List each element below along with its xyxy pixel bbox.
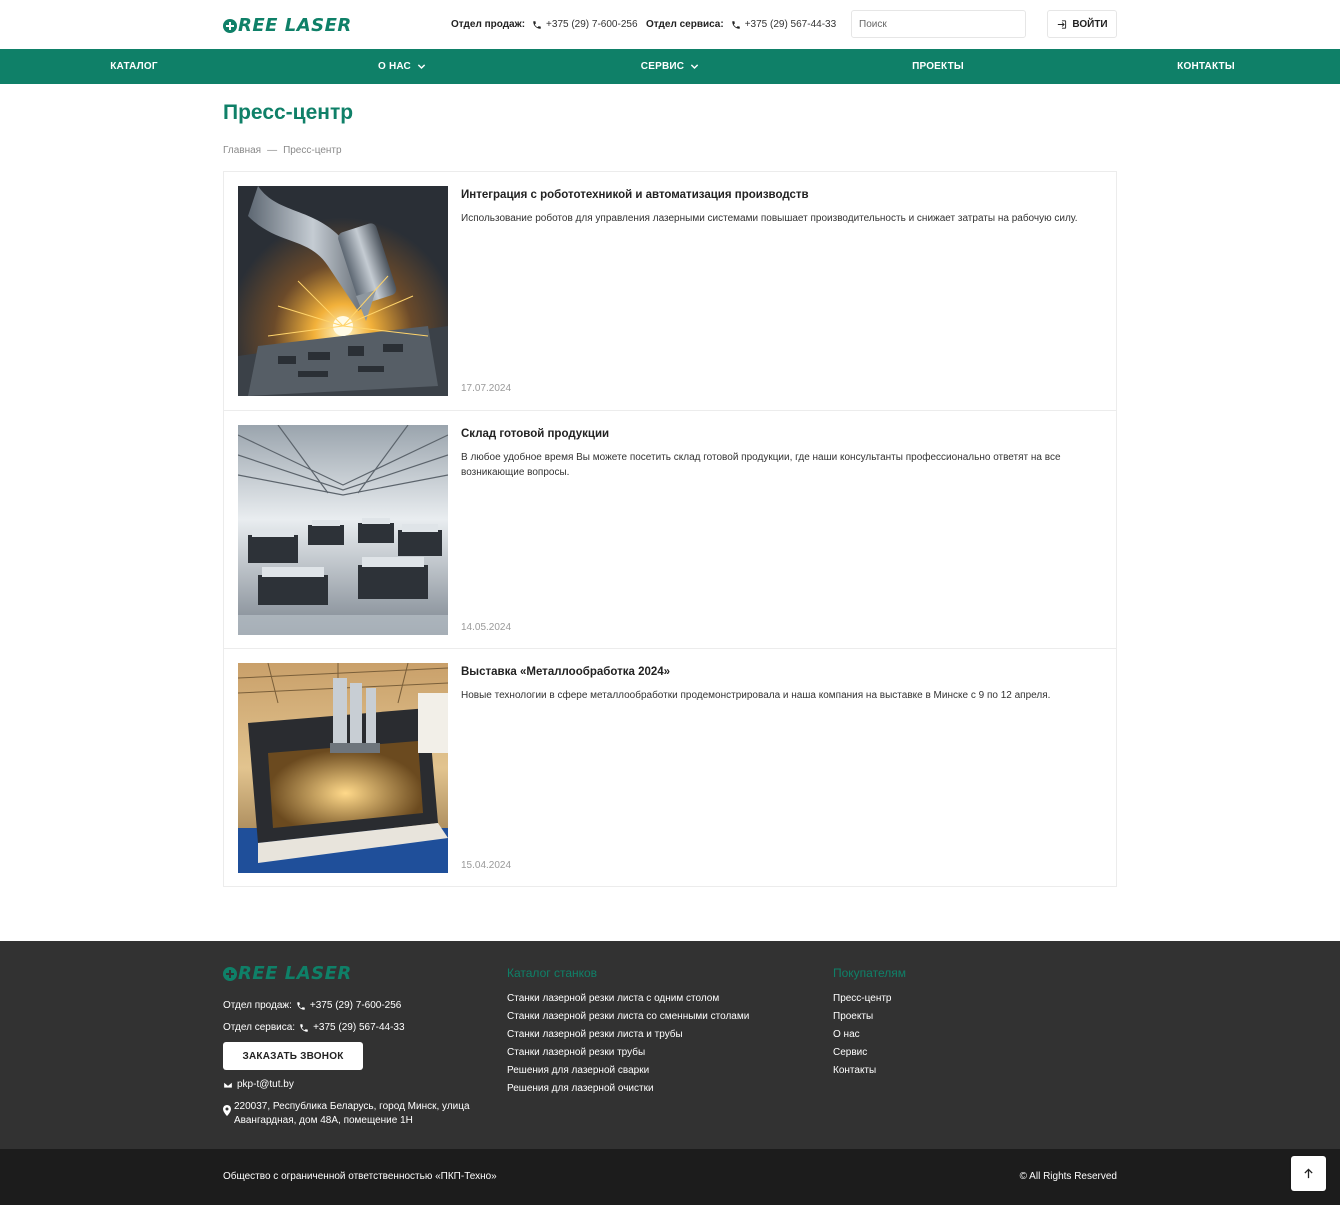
footer-buyers-column: Покупателям Пресс-центр Проекты О нас Се… [833, 966, 906, 1080]
login-icon [1058, 19, 1067, 29]
nav-label: ПРОЕКТЫ [912, 61, 964, 72]
nav-label: КОНТАКТЫ [1177, 61, 1235, 72]
logo[interactable]: REE LASER [223, 15, 352, 36]
nav-item-service[interactable]: СЕРВИС [536, 49, 804, 84]
news-item[interactable]: Выставка «Металлообработка 2024» Новые т… [224, 648, 1116, 886]
bottom-bar: Общество с ограниченной ответственностью… [0, 1149, 1340, 1205]
footer-sales-phone[interactable]: +375 (29) 7-600-256 [310, 1000, 401, 1011]
footer-buyers-link[interactable]: Контакты [833, 1062, 906, 1080]
logo-text: REE LASER [238, 15, 352, 36]
news-item[interactable]: Интеграция с робототехникой и автоматиза… [224, 172, 1116, 410]
news-title[interactable]: Интеграция с робототехникой и автоматиза… [461, 189, 809, 201]
footer-service-phone[interactable]: +375 (29) 567-44-33 [313, 1022, 404, 1033]
nav-label: О НАС [378, 61, 411, 72]
chevron-down-icon [417, 64, 426, 70]
footer-buyers-link[interactable]: Пресс-центр [833, 990, 906, 1008]
logo-text: REE LASER [238, 963, 352, 984]
logo-mark-icon [223, 18, 237, 33]
news-item[interactable]: Склад готовой продукции В любое удобное … [224, 410, 1116, 648]
nav-item-catalog[interactable]: КАТАЛОГ [0, 49, 268, 84]
search-input[interactable] [851, 10, 1026, 38]
phone-icon [731, 20, 740, 29]
news-list: Интеграция с робототехникой и автоматиза… [223, 171, 1117, 887]
footer-sales-label: Отдел продаж: [223, 1000, 292, 1011]
laser-cutting-image [238, 186, 448, 396]
news-date: 17.07.2024 [461, 383, 512, 394]
page-title: Пресс-центр [223, 101, 354, 124]
footer-catalog-link[interactable]: Станки лазерной резки трубы [507, 1044, 749, 1062]
company-name: Общество с ограниченной ответственностью… [223, 1171, 497, 1182]
footer-logo[interactable]: REE LASER [223, 963, 352, 984]
news-description: Новые технологии в сфере металлообработк… [461, 690, 1051, 701]
breadcrumb-current: Пресс-центр [283, 145, 342, 156]
mail-icon [223, 1081, 233, 1088]
service-phone[interactable]: +375 (29) 567-44-33 [745, 19, 836, 30]
news-date: 14.05.2024 [461, 622, 512, 633]
footer-email-link[interactable]: pkp-t@tut.by [237, 1079, 294, 1090]
footer-address-text: 220037, Республика Беларусь, город Минск… [234, 1101, 470, 1126]
sales-label: Отдел продаж: [451, 19, 526, 30]
footer-email: pkp-t@tut.by [223, 1079, 294, 1090]
footer-service-contact: Отдел сервиса: +375 (29) 567-44-33 [223, 1022, 405, 1033]
nav-item-about[interactable]: О НАС [268, 49, 536, 84]
footer-catalog-column: Каталог станков Станки лазерной резки ли… [507, 966, 749, 1098]
footer: REE LASER Отдел продаж: +375 (29) 7-600-… [0, 941, 1340, 1149]
login-button[interactable]: ВОЙТИ [1047, 10, 1117, 38]
news-description: В любое удобное время Вы можете посетить… [461, 452, 1061, 478]
sales-contact: Отдел продаж: +375 (29) 7-600-256 [451, 19, 638, 30]
footer-buyers-link[interactable]: О нас [833, 1026, 906, 1044]
nav-item-contacts[interactable]: КОНТАКТЫ [1072, 49, 1340, 84]
top-header: REE LASER Отдел продаж: +375 (29) 7-600-… [0, 0, 1340, 49]
breadcrumb: Главная — Пресс-центр [223, 145, 342, 156]
news-description: Использование роботов для управления лаз… [461, 213, 1078, 224]
nav-label: СЕРВИС [640, 61, 685, 72]
chevron-down-icon [691, 64, 699, 70]
footer-address: 220037, Республика Беларусь, город Минск… [223, 1100, 473, 1128]
exhibition-image [238, 663, 448, 873]
news-date: 15.04.2024 [461, 860, 512, 871]
phone-icon [300, 1023, 308, 1032]
footer-service-label: Отдел сервиса: [223, 1022, 296, 1033]
service-contact: Отдел сервиса: +375 (29) 567-44-33 [646, 19, 836, 30]
nav-item-projects[interactable]: ПРОЕКТЫ [804, 49, 1072, 84]
map-pin-icon [223, 1105, 231, 1116]
logo-mark-icon [223, 966, 237, 981]
scroll-to-top-button[interactable] [1291, 1156, 1326, 1191]
arrow-up-icon [1304, 1168, 1313, 1179]
footer-buyers-title: Покупателям [833, 966, 906, 980]
phone-icon [533, 20, 541, 29]
footer-catalog-title: Каталог станков [507, 966, 598, 980]
footer-catalog-link[interactable]: Решения для лазерной сварки [507, 1062, 749, 1080]
warehouse-image [238, 425, 448, 635]
news-image-exhibition[interactable] [238, 663, 448, 873]
service-label: Отдел сервиса: [646, 19, 724, 30]
news-image-robotics[interactable] [238, 186, 448, 396]
news-title[interactable]: Склад готовой продукции [461, 428, 609, 440]
news-image-warehouse[interactable] [238, 425, 448, 635]
news-title[interactable]: Выставка «Металлообработка 2024» [461, 666, 670, 678]
footer-sales-contact: Отдел продаж: +375 (29) 7-600-256 [223, 1000, 401, 1011]
footer-catalog-link[interactable]: Станки лазерной резки листа и трубы [507, 1026, 749, 1044]
nav-label: КАТАЛОГ [110, 61, 158, 72]
footer-buyers-link[interactable]: Сервис [833, 1044, 906, 1062]
login-label: ВОЙТИ [1072, 18, 1108, 30]
sales-phone[interactable]: +375 (29) 7-600-256 [546, 19, 637, 30]
breadcrumb-separator: — [267, 145, 278, 156]
phone-icon [297, 1001, 305, 1010]
footer-buyers-link[interactable]: Проекты [833, 1008, 906, 1026]
order-callback-button[interactable]: ЗАКАЗАТЬ ЗВОНОК [223, 1042, 363, 1070]
main-nav: КАТАЛОГ О НАС СЕРВИС ПРОЕКТЫ КОНТАКТЫ [0, 49, 1340, 84]
footer-catalog-link[interactable]: Станки лазерной резки листа с одним стол… [507, 990, 749, 1008]
footer-catalog-link[interactable]: Станки лазерной резки листа со сменными … [507, 1008, 749, 1026]
breadcrumb-home[interactable]: Главная [223, 145, 261, 156]
footer-catalog-link[interactable]: Решения для лазерной очистки [507, 1080, 749, 1098]
copyright: © All Rights Reserved [1019, 1171, 1117, 1182]
